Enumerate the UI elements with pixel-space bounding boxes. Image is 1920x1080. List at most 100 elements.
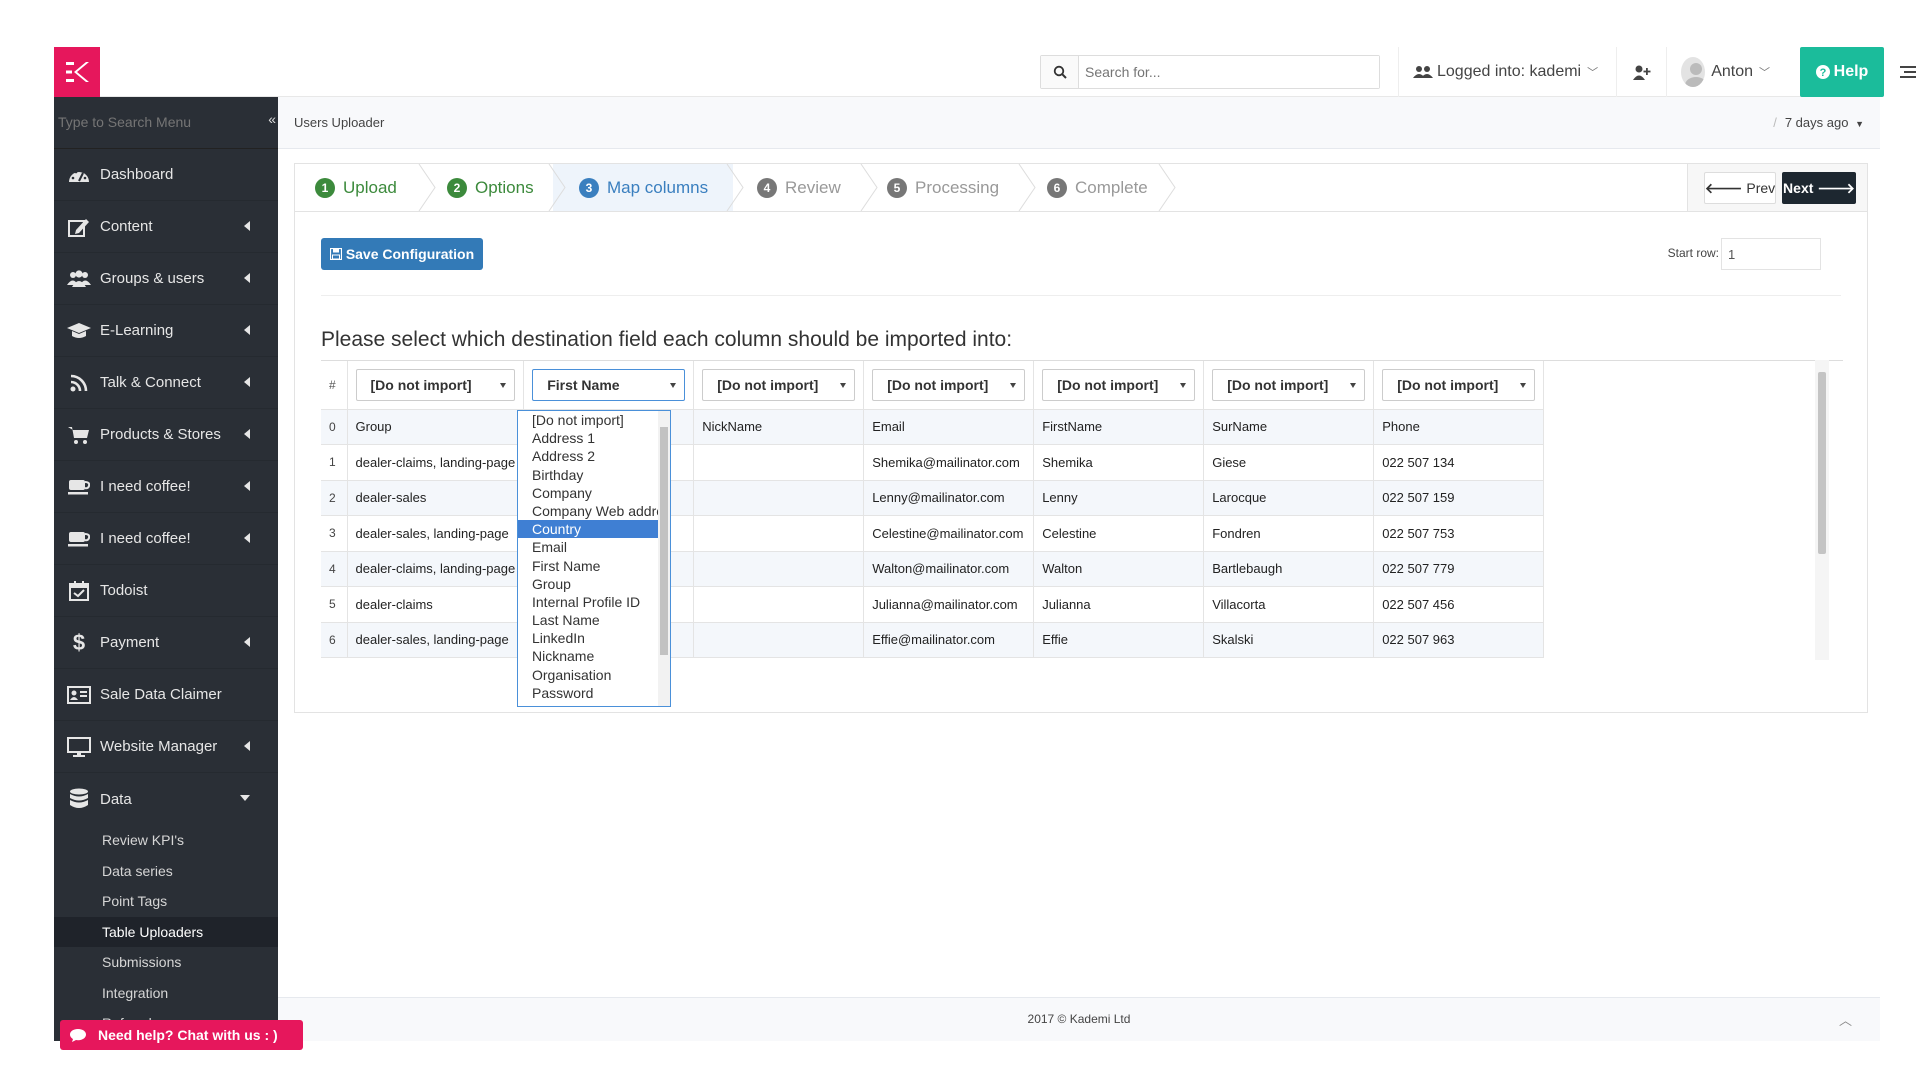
sidebar-item-website-manager[interactable]: Website Manager [54,721,278,773]
dropdown-option[interactable]: Company Web address [518,502,670,520]
sidebar-item-payment[interactable]: $ Payment [54,617,278,669]
table-cell [693,551,865,587]
dropdown-option-list: [Do not import] Address 1 Address 2 Birthda… [518,411,670,706]
step-complete[interactable]: 6 Complete [1047,164,1148,211]
chat-help-button[interactable]: Need help? Chat with us : ) [60,1020,303,1050]
step-label: Map columns [607,177,709,197]
sidebar-item-coffee-1[interactable]: I need coffee! [54,461,278,513]
graduation-cap-icon [66,319,92,343]
save-configuration-button[interactable]: Save Configuration [321,238,483,270]
dropdown-option[interactable]: Phone [518,702,670,706]
step-review[interactable]: 4 Review [757,164,841,211]
dropdown-option[interactable]: Last Name [518,611,670,629]
table-cell: Julianna@mailinator.com [863,586,1035,623]
search-button[interactable] [1041,56,1079,88]
dropdown-option[interactable]: Company [518,484,670,502]
start-row-label: Start row: [1667,246,1719,260]
sidebar-item-todoist[interactable]: Todoist [54,565,278,617]
coffee-icon [66,527,92,551]
step-upload[interactable]: 1 Upload [315,164,397,211]
sidebar-subitem-integration[interactable]: Integration [54,978,278,1009]
sidebar-item-dashboard[interactable]: Dashboard [54,149,278,201]
menu-toggle-button[interactable] [1890,47,1920,97]
dropdown-option[interactable]: LinkedIn [518,629,670,647]
sidebar-subitem-point-tags[interactable]: Point Tags [54,886,278,917]
column-select-5[interactable]: [Do not import] [1042,368,1196,401]
sidebar-subitem-data-series[interactable]: Data series [54,856,278,887]
step-processing[interactable]: 5 Processing [887,164,999,211]
step-number: 2 [447,177,467,198]
sidebar-item-content[interactable]: Content [54,201,278,253]
scrollbar-thumb[interactable] [1818,372,1826,554]
step-separator-icon [1158,164,1176,211]
sidebar-item-sale-data-claimer[interactable]: Sale Data Claimer [54,669,278,721]
dropdown-option[interactable]: First Name [518,557,670,575]
table-cell: 022 507 134 [1373,444,1545,481]
kademi-logo[interactable] [54,47,100,97]
table-row: 2 dealer-sales Lenny@mailinator.com Lenny La… [321,480,1545,516]
column-select-4[interactable]: [Do not import] [872,368,1026,401]
sidebar-item-e-learning[interactable]: E-Learning [54,305,278,357]
sidebar-subitem-table-uploaders[interactable]: Table Uploaders [54,916,278,947]
column-select-2[interactable]: First Name [532,368,686,401]
search-input[interactable] [1079,56,1379,88]
sidebar-item-groups-users[interactable]: Groups & users [54,253,278,305]
next-button[interactable]: Next 🡒 [1782,172,1856,204]
dropdown-option[interactable]: Birthday [518,466,670,484]
sidebar-item-products-stores[interactable]: Products & Stores [54,409,278,461]
collapse-sidebar-icon[interactable]: « [268,111,276,127]
column-select-3[interactable]: [Do not import] [702,368,856,401]
step-map-columns[interactable]: 3 Map columns [579,164,708,211]
search-icon [1053,65,1067,79]
table-scrollbar[interactable] [1815,360,1829,660]
column-select-7[interactable]: [Do not import] [1382,368,1536,401]
table-cell: Email [863,409,1035,445]
footer: 2017 © Kademi Ltd ︿ [278,997,1880,1041]
scroll-to-top-icon[interactable]: ︿ [1839,1010,1852,1029]
column-select-6[interactable]: [Do not import] [1212,368,1366,401]
caret-left-icon [244,325,250,335]
last-updated-dropdown[interactable]: /7 days ago ▼ [1773,115,1864,130]
user-menu[interactable]: Anton ﹀ [1666,47,1784,97]
sidebar-item-data[interactable]: Data [54,773,278,825]
dropdown-option[interactable]: Email [518,538,670,556]
help-button[interactable]: ? Help [1800,47,1884,97]
column-select-1[interactable]: [Do not import] [355,368,516,401]
sidebar-search-input[interactable] [54,101,244,143]
table-cell: 022 507 753 [1373,515,1545,552]
dropdown-scrollbar-thumb[interactable] [660,427,668,655]
table-cell: Group [347,409,525,445]
start-row-input[interactable] [1721,238,1821,270]
column-select-value: [Do not import] [1057,376,1159,393]
users-icon [1413,66,1433,78]
dropdown-option[interactable]: Organisation [518,666,670,684]
sidebar-item-label: Todoist [100,582,148,599]
wizard-nav: 🡐 Prev Next 🡒 [1687,164,1867,211]
sidebar-subitem-submissions[interactable]: Submissions [54,947,278,978]
dropdown-option[interactable]: Group [518,575,670,593]
table-row: 5 dealer-claims Julianna@mailinator.com Jul… [321,586,1545,623]
dropdown-option[interactable]: [Do not import] [518,411,670,429]
sidebar-subitem-review-kpis[interactable]: Review KPI's [54,825,278,856]
dropdown-option[interactable]: Internal Profile ID [518,593,670,611]
sidebar-item-talk-connect[interactable]: Talk & Connect [54,357,278,409]
dropdown-option[interactable]: Password [518,684,670,702]
dropdown-option[interactable]: Nickname [518,647,670,665]
sidebar-item-coffee-2[interactable]: I need coffee! [54,513,278,565]
dropdown-option[interactable]: Country [518,520,670,539]
dashboard-icon [66,163,92,187]
row-number-cell: 0 [321,409,348,445]
step-label: Processing [915,177,1000,197]
uploader-panel: 1 Upload 2 Options 3 Map columns 4 Revie… [294,163,1868,713]
table-cell [693,586,865,623]
dropdown-scrollbar[interactable] [658,411,670,706]
dropdown-option[interactable]: Address 1 [518,429,670,447]
table-cell: Bartlebaugh [1203,551,1375,587]
prev-button[interactable]: 🡐 Prev [1704,172,1776,204]
logged-in-selector[interactable]: Logged into: kademi ﹀ [1398,47,1616,97]
add-user-button[interactable] [1616,47,1666,97]
mapping-table: # [Do not import] First Name [Do not imp… [321,361,1545,658]
dropdown-option[interactable]: Address 2 [518,447,670,465]
step-options[interactable]: 2 Options [447,164,534,211]
caret-left-icon [244,637,250,647]
